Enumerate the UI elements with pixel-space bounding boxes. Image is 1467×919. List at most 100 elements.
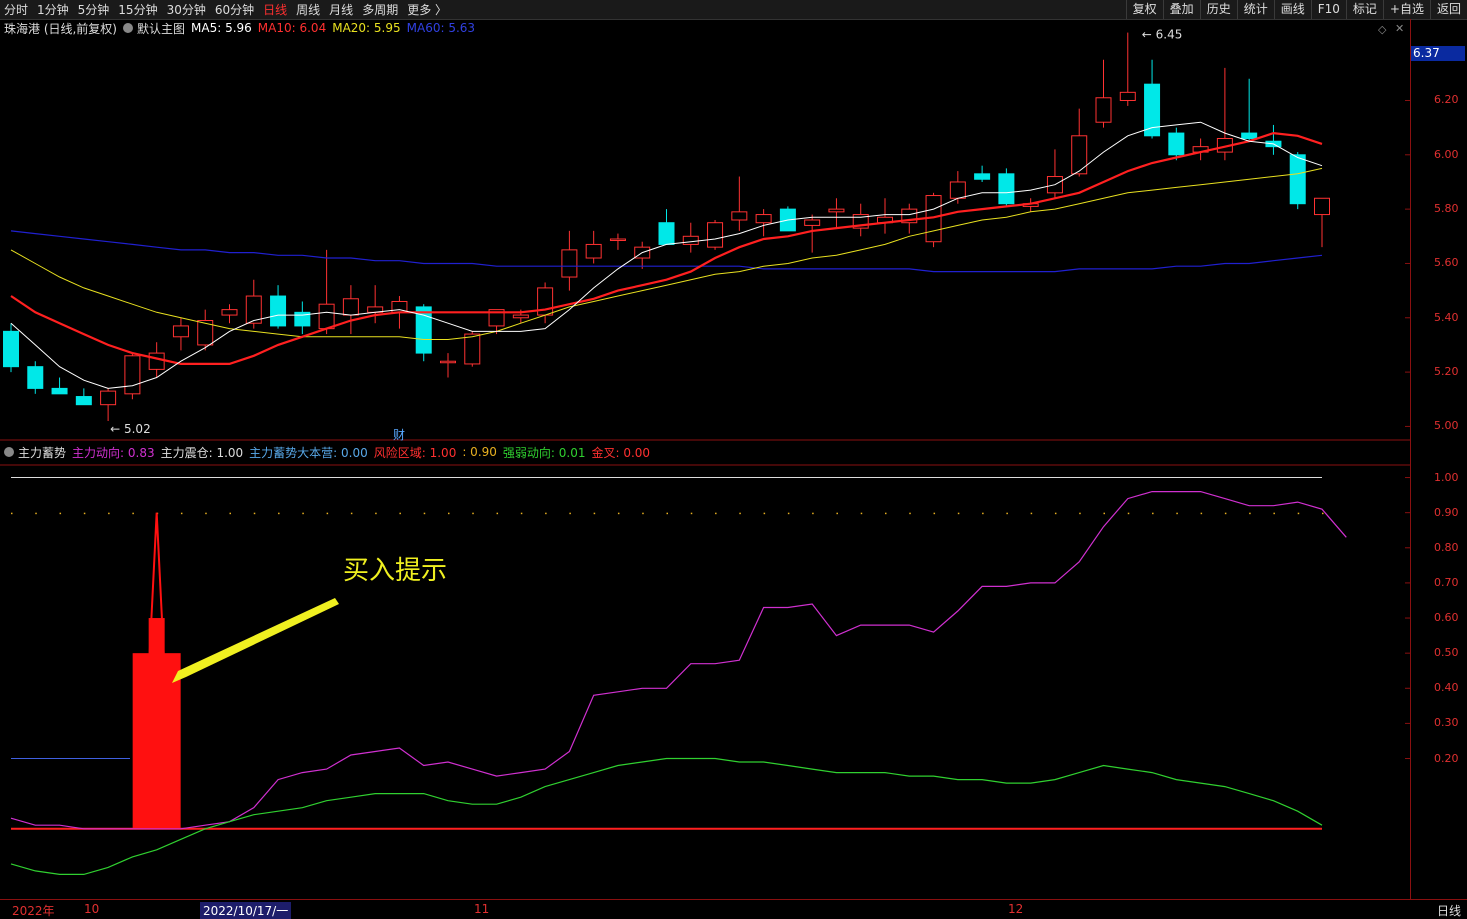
risk-dot-20: [496, 512, 499, 515]
risk-dot-40: [982, 512, 984, 515]
price-tick-6: 5.00: [1434, 419, 1459, 433]
osc-tick-4: 0.60: [1434, 611, 1459, 625]
risk-dot-14: [350, 512, 353, 515]
risk-dot-31: [763, 512, 766, 515]
risk-dot-15: [375, 512, 377, 515]
tool-button-3[interactable]: 统计: [1236, 0, 1274, 19]
candle-body-14: [342, 298, 359, 316]
candle-body-0: [3, 330, 19, 368]
risk-dot-22: [545, 512, 547, 515]
period-tab-1[interactable]: 1分钟: [37, 1, 69, 18]
buy-hint-arrow: [172, 598, 339, 683]
risk-dot-29: [715, 512, 717, 515]
period-tab-7[interactable]: 周线: [296, 1, 320, 18]
risk-dot-33: [812, 512, 814, 515]
candle-body-41: [998, 173, 1015, 205]
candle-body-1: [27, 366, 44, 389]
tool-button-4[interactable]: 画线: [1273, 0, 1311, 19]
price-tick-4: 5.40: [1434, 310, 1459, 324]
risk-dot-39: [957, 512, 960, 515]
candle-body-39: [949, 181, 966, 199]
risk-dot-18: [448, 512, 450, 515]
price-tick-0: 6.20: [1434, 93, 1459, 107]
candle-body-18: [440, 360, 456, 364]
risk-dot-13: [326, 512, 329, 515]
risk-dot-17: [423, 512, 426, 515]
candle-body-40: [974, 173, 991, 180]
period-tab-0[interactable]: 分时: [4, 1, 28, 18]
risk-dot-48: [1176, 512, 1178, 515]
period-tab-2[interactable]: 5分钟: [78, 1, 110, 18]
risk-dot-28: [690, 512, 693, 515]
candle-body-28: [682, 235, 699, 245]
candle-body-45: [1095, 97, 1112, 123]
risk-dot-52: [1273, 512, 1275, 515]
candle-body-19: [464, 333, 481, 365]
tool-button-6[interactable]: 标记: [1345, 0, 1383, 19]
period-tab-10[interactable]: 更多 〉: [407, 1, 447, 18]
osc-tick-1: 0.90: [1434, 505, 1459, 519]
candle-body-34: [828, 208, 845, 213]
tool-button-0[interactable]: 复权: [1125, 0, 1163, 19]
risk-dot-3: [83, 512, 86, 515]
risk-dot-25: [617, 512, 620, 515]
tool-button-7[interactable]: +自选: [1382, 0, 1430, 19]
risk-dot-23: [569, 512, 571, 515]
month-label-nov: 11: [474, 902, 490, 916]
risk-dot-26: [642, 512, 644, 515]
candle-body-48: [1168, 132, 1185, 156]
risk-dot-27: [666, 512, 668, 515]
kline-chart[interactable]: ← 6.45 ← 5.02 财买入提示: [0, 19, 1410, 899]
osc-tick-0: 1.00: [1434, 470, 1459, 484]
risk-dot-41: [1006, 512, 1008, 515]
risk-dot-37: [909, 512, 911, 515]
risk-dot-38: [933, 512, 936, 515]
risk-dot-11: [278, 512, 280, 515]
tool-button-1[interactable]: 叠加: [1162, 0, 1200, 19]
candle-body-23: [561, 249, 578, 278]
tool-buttons: 复权 叠加 历史 统计 画线 F10 标记 +自选 返回: [1125, 0, 1467, 19]
osc-tick-6: 0.40: [1434, 681, 1459, 695]
risk-dot-0: [11, 512, 13, 515]
tool-button-8[interactable]: 返回: [1429, 0, 1467, 19]
period-tab-5[interactable]: 60分钟: [215, 1, 254, 18]
osc-tick-2: 0.80: [1434, 540, 1459, 554]
candle-body-44: [1071, 135, 1088, 175]
month-label-oct: 10: [84, 902, 100, 916]
signal-inner: [148, 618, 165, 654]
candle-body-4: [100, 390, 117, 406]
strength-line: [10, 757, 1323, 876]
risk-dot-50: [1224, 512, 1227, 515]
price-tick-5: 5.20: [1434, 365, 1459, 379]
risk-dot-16: [399, 512, 401, 515]
candle-body-5: [124, 355, 141, 395]
risk-dot-53: [1297, 512, 1300, 515]
tool-button-2[interactable]: 历史: [1199, 0, 1237, 19]
risk-dot-44: [1079, 512, 1081, 515]
period-tab-8[interactable]: 月线: [329, 1, 353, 18]
period-tab-6[interactable]: 日线: [263, 1, 287, 18]
period-tab-9[interactable]: 多周期: [362, 1, 398, 18]
tool-button-5[interactable]: F10: [1310, 0, 1346, 19]
risk-dot-49: [1200, 512, 1203, 515]
top-toolbar: 分时 1分钟 5分钟 15分钟 30分钟 60分钟 日线 周线 月线 多周期 更多 〉 复权 叠加 历史…: [0, 0, 1467, 20]
risk-dot-46: [1127, 512, 1130, 515]
osc-tick-5: 0.50: [1434, 646, 1459, 660]
risk-dot-4: [108, 512, 110, 515]
finance-event-marker: 财: [393, 428, 405, 442]
period-tab-4[interactable]: 30分钟: [167, 1, 206, 18]
period-selector: 分时 1分钟 5分钟 15分钟 30分钟 60分钟 日线 周线 月线 多周期 更多 〉: [4, 0, 456, 19]
risk-dot-7: [180, 512, 183, 515]
period-unit: 日线: [1436, 904, 1461, 918]
period-tab-3[interactable]: 15分钟: [118, 1, 157, 18]
candle-body-21: [512, 314, 529, 319]
candle-body-53: [1289, 154, 1306, 205]
candle-body-7: [172, 325, 189, 338]
price-tick-2: 5.80: [1434, 202, 1459, 216]
candle-body-27: [658, 222, 675, 245]
candle-body-25: [609, 238, 626, 242]
risk-dot-36: [885, 512, 887, 515]
risk-dot-1: [35, 512, 37, 515]
risk-dot-32: [787, 512, 790, 515]
candle-body-54: [1314, 197, 1330, 216]
